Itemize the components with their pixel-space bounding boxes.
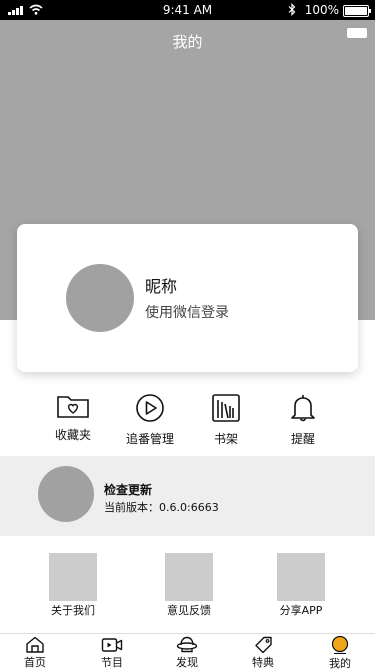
- avatar[interactable]: [66, 264, 134, 332]
- current-version: 当前版本：0.6.0:6663: [104, 501, 219, 514]
- quick-action-favorites[interactable]: 收藏夹: [38, 393, 108, 443]
- about-us-tile[interactable]: [49, 553, 97, 601]
- bookshelf-icon: [212, 394, 240, 422]
- quick-action-follow[interactable]: 追番管理: [115, 393, 185, 447]
- video-icon: [101, 638, 123, 652]
- nickname: 昵称: [145, 277, 178, 296]
- page-title: 我的: [172, 33, 203, 51]
- tag-icon: [255, 636, 272, 653]
- check-update-title: 检查更新: [104, 483, 153, 497]
- status-bar: 9:41 AM 100%: [0, 0, 375, 20]
- home-icon: [26, 636, 44, 653]
- tab-label: 我的: [329, 657, 351, 670]
- quick-action-reminder[interactable]: 提醒: [268, 393, 338, 447]
- header-battery-icon: [347, 28, 367, 38]
- share-app-label[interactable]: 分享APP: [241, 602, 361, 618]
- about-us-label[interactable]: 关于我们: [13, 602, 133, 618]
- profile-icon: [331, 636, 349, 654]
- tab-specials[interactable]: 特典: [233, 636, 293, 670]
- tab-programs[interactable]: 节目: [82, 636, 142, 670]
- play-circle-icon: [136, 394, 164, 422]
- quick-action-label: 追番管理: [125, 432, 174, 446]
- battery-percent: 100%: [304, 3, 339, 17]
- quick-action-label: 书架: [213, 432, 238, 446]
- quick-action-label: 提醒: [290, 432, 315, 446]
- discover-icon: [176, 636, 198, 653]
- feedback-label[interactable]: 意见反馈: [129, 602, 249, 618]
- wechat-login-link[interactable]: 使用微信登录: [145, 302, 229, 322]
- tab-discover[interactable]: 发现: [157, 636, 217, 670]
- battery-icon: [343, 5, 371, 17]
- quick-action-label: 收藏夹: [54, 428, 91, 442]
- feedback-tile[interactable]: [165, 553, 213, 601]
- update-avatar: [38, 466, 94, 522]
- bluetooth-icon: [288, 3, 296, 16]
- bell-icon: [291, 395, 315, 422]
- tab-mine[interactable]: 我的: [310, 636, 370, 671]
- favorites-folder-icon: [57, 396, 89, 418]
- quick-action-bookshelf[interactable]: 书架: [191, 393, 261, 447]
- tab-home[interactable]: 首页: [5, 636, 65, 670]
- share-app-tile[interactable]: [277, 553, 325, 601]
